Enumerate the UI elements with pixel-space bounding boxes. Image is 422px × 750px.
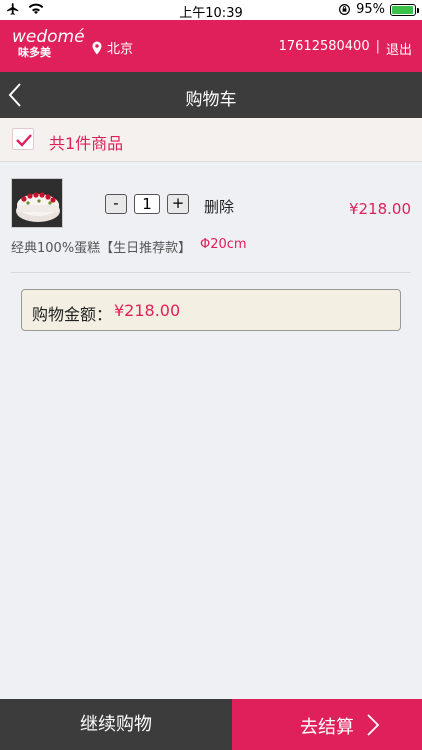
page-title: 购物车 <box>185 90 237 110</box>
location-label: 北京 <box>107 42 134 57</box>
chevron-right-icon <box>367 714 380 736</box>
nav-bar: 购物车 <box>0 72 422 118</box>
quantity-minus-button[interactable]: - <box>105 194 127 214</box>
checkout-label: 去结算 <box>300 717 354 738</box>
divider <box>11 272 411 273</box>
battery-percent: 95% <box>356 2 385 17</box>
cart-item: - 1 + 删除 ¥218.00 经典100%蛋糕【生日推荐款】 Φ20cm <box>0 163 422 273</box>
product-thumbnail[interactable] <box>11 178 63 228</box>
status-right: 95% <box>338 2 419 17</box>
location-pin-icon <box>92 41 102 54</box>
quantity-stepper: - 1 + <box>105 194 189 214</box>
bottom-bar: 继续购物 去结算 <box>0 699 422 750</box>
product-size: Φ20cm <box>200 237 247 252</box>
battery-icon <box>390 3 419 16</box>
checkmark-icon <box>16 134 32 147</box>
account-separator: | <box>375 39 380 54</box>
quantity-input[interactable]: 1 <box>134 194 160 214</box>
quantity-plus-button[interactable]: + <box>167 194 189 214</box>
rotation-lock-icon <box>339 4 351 15</box>
total-amount: ¥218.00 <box>114 301 181 320</box>
select-all-row: 共1件商品 <box>0 118 422 162</box>
location-selector[interactable]: 北京 <box>91 38 133 57</box>
delete-button[interactable]: 删除 <box>204 196 234 217</box>
logo-text-cn: 味多美 <box>18 46 51 59</box>
logout-link[interactable]: 退出 <box>386 39 412 58</box>
checkout-button[interactable]: 去结算 <box>232 699 422 750</box>
select-all-checkbox[interactable] <box>12 128 34 150</box>
logo[interactable]: wedomé 味多美 <box>12 27 85 60</box>
item-price: ¥218.00 <box>348 200 411 218</box>
brand-header: wedomé 味多美 北京 17612580400 | 退出 <box>0 20 422 72</box>
continue-shopping-button[interactable]: 继续购物 <box>0 699 232 750</box>
logo-text-en: wedomé <box>12 27 85 47</box>
cake-image-icon <box>12 179 62 227</box>
status-bar: 上午10:39 95% <box>0 0 422 21</box>
account-area: 17612580400 | 退出 <box>279 39 412 58</box>
total-label: 购物金额： <box>32 305 113 324</box>
item-count-label: 共1件商品 <box>49 134 124 153</box>
account-phone[interactable]: 17612580400 <box>279 39 370 58</box>
total-box: 购物金额： ¥218.00 <box>21 289 401 331</box>
product-name[interactable]: 经典100%蛋糕【生日推荐款】 <box>11 237 191 256</box>
